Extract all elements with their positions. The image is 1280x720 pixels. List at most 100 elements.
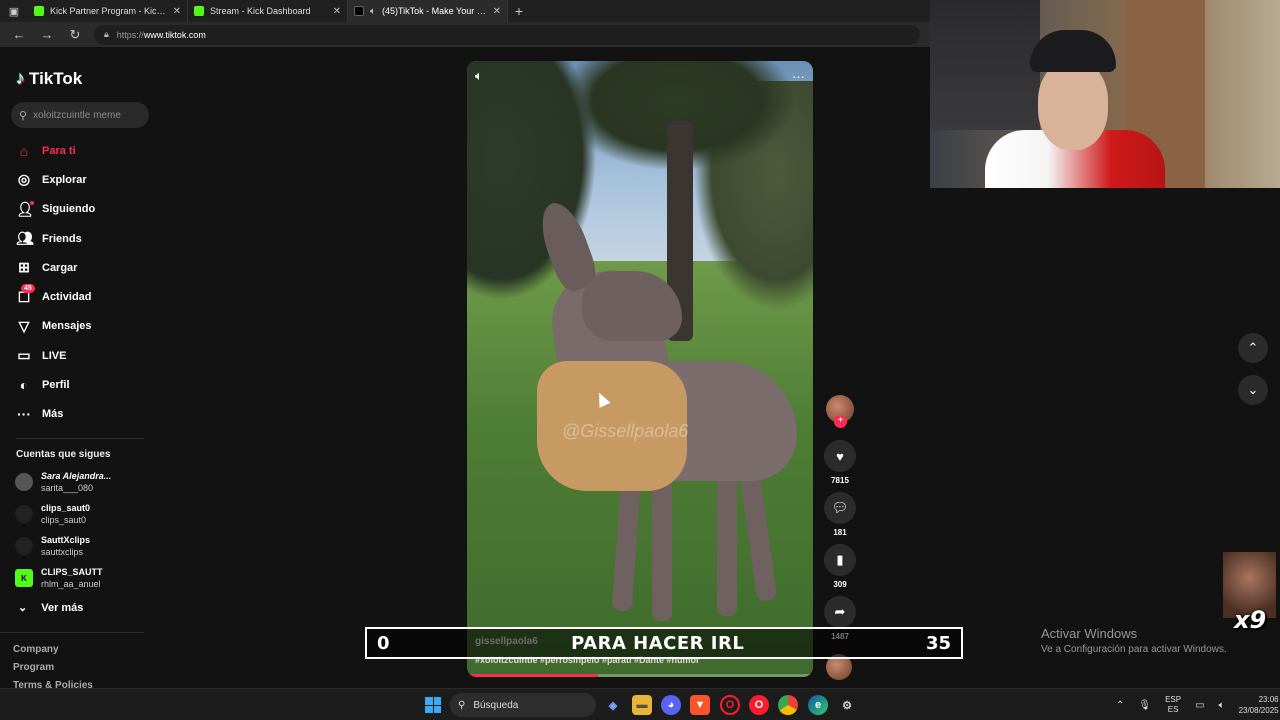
chevron-down-icon: ⌄	[18, 602, 28, 614]
share-button[interactable]: ➦	[824, 596, 856, 628]
settings-gear-icon[interactable]: ⚙	[837, 695, 857, 715]
home-icon: ⌂	[19, 142, 29, 159]
menu-item-actividad[interactable]: ☐ 45 Actividad	[0, 282, 160, 311]
messages-icon: ▽	[18, 317, 30, 334]
emote-multiplier: x9	[1234, 606, 1267, 634]
save-count: 309	[833, 580, 847, 589]
comment-icon: 💬︎	[831, 500, 849, 515]
footer-link-company[interactable]: Company	[13, 644, 59, 655]
next-video-button[interactable]: ⌄	[1238, 375, 1268, 405]
search-input[interactable]	[33, 109, 134, 121]
close-icon[interactable]: ✕	[493, 6, 501, 17]
menu-item-perfil[interactable]: ◐ Perfil	[0, 370, 160, 399]
tab-tiktok[interactable]: 🔈︎ (45)TikTok - Make Your Day ✕	[348, 0, 508, 22]
browser-tabbar: ▣ Kick Partner Program - Kick Dash ✕ Str…	[0, 0, 930, 22]
following-account[interactable]: Sara Alejandra... sarita___080	[15, 470, 111, 494]
taskbar-search[interactable]: ⚲ Búsqueda	[450, 693, 596, 717]
following-account[interactable]: K CLIPS_SAUTT rhlm_aa_anuel	[15, 566, 103, 590]
like-button[interactable]: ♥	[824, 440, 856, 472]
following-account[interactable]: SauttXclips sauttxclips	[15, 534, 90, 558]
bookmark-icon: ▮	[836, 552, 844, 567]
lang-top: ESP	[1165, 695, 1182, 704]
comment-count: 181	[833, 528, 847, 537]
following-account[interactable]: clips_saut0 clips_saut0	[15, 502, 90, 526]
account-name: SauttXclips	[41, 535, 91, 545]
clock[interactable]: 23:06 23/08/2025	[1239, 694, 1279, 716]
windows-start-icon[interactable]	[425, 697, 441, 713]
new-tab-button[interactable]: +	[508, 3, 530, 19]
forward-icon[interactable]: →	[38, 27, 56, 42]
widgets-icon[interactable]: ◈	[603, 695, 623, 715]
more-icon: ···	[17, 406, 31, 423]
see-more-label: Ver más	[41, 601, 84, 614]
language-indicator[interactable]: ESP ES	[1165, 695, 1181, 715]
microphone-icon[interactable]: 🎙︎	[1138, 700, 1151, 711]
brave-icon[interactable]: ▼	[690, 695, 710, 715]
more-options-icon[interactable]: ···	[792, 69, 805, 84]
stream-goal-bar: 0 PARA HACER IRL 35	[365, 627, 963, 659]
back-icon[interactable]: ←	[10, 27, 28, 42]
clock-time: 23:06	[1258, 695, 1279, 704]
speaker-icon[interactable]: 🔈︎	[370, 6, 376, 17]
clock-date: 23/08/2025	[1238, 706, 1279, 715]
tab-title: Stream - Kick Dashboard	[210, 6, 311, 16]
video-progress-fill	[467, 674, 599, 677]
menu-item-mas[interactable]: ··· Más	[0, 400, 160, 429]
network-icon[interactable]: ▭	[1195, 700, 1204, 711]
video-player[interactable]: @Gissellpaola6 🔈︎ ··· gissellpaola6 #xol…	[467, 61, 813, 677]
search-icon: ⚲	[19, 109, 28, 122]
account-name: Sara Alejandra...	[41, 471, 112, 481]
tiktok-logo[interactable]: ♪ TikTok	[16, 68, 82, 89]
comment-button[interactable]: 💬︎	[824, 492, 856, 524]
menu-label: Siguiendo	[42, 203, 96, 216]
tab-title: Kick Partner Program - Kick Dash	[50, 6, 167, 16]
divider	[0, 632, 144, 633]
close-icon[interactable]: ✕	[173, 6, 181, 17]
menu-item-cargar[interactable]: ⊞ Cargar	[0, 253, 160, 282]
account-handle: sarita___080	[41, 483, 94, 493]
reload-icon[interactable]: ↻	[66, 27, 84, 43]
url-field[interactable]: 🔒︎ https://www.tiktok.com	[94, 24, 920, 45]
follow-plus-icon[interactable]: +	[834, 415, 847, 428]
file-explorer-icon[interactable]: ▬	[632, 695, 652, 715]
menu-item-explorar[interactable]: ◎ Explorar	[0, 165, 160, 194]
save-button[interactable]: ▮	[824, 544, 856, 576]
dog-leg	[717, 466, 737, 616]
account-name: CLIPS_SAUTT	[41, 567, 103, 577]
volume-icon[interactable]: 🔈︎	[475, 68, 483, 84]
kick-icon: K	[15, 569, 33, 587]
menu-item-live[interactable]: ▭ LIVE	[0, 341, 160, 370]
menu-label: Para ti	[42, 144, 76, 157]
url-protocol: https://	[116, 29, 144, 40]
close-icon[interactable]: ✕	[333, 6, 341, 17]
notification-dot	[30, 200, 34, 205]
tab-kick-partner[interactable]: Kick Partner Program - Kick Dash ✕	[28, 0, 188, 22]
chevron-up-icon[interactable]: ⌃	[1116, 700, 1124, 711]
menu-label: Mensajes	[42, 320, 92, 333]
menu-label: Friends	[42, 232, 82, 245]
video-progress[interactable]	[467, 674, 813, 677]
footer-link-program[interactable]: Program	[13, 662, 54, 673]
tab-actions-icon[interactable]: ▣	[0, 0, 28, 22]
taskbar-search-label: Búsqueda	[473, 699, 519, 711]
discord-icon[interactable]: ◕	[661, 695, 681, 715]
video-top-controls: 🔈︎ ···	[467, 61, 813, 91]
opera-icon[interactable]: O	[749, 695, 769, 715]
system-tray: ⌃ 🎙︎ ESP ES ▭ 🔈︎ 23:06 23/08/2025	[1116, 689, 1279, 720]
menu-item-mensajes[interactable]: ▽ Mensajes	[0, 312, 160, 341]
goal-label: PARA HACER IRL	[571, 632, 745, 654]
menu-label: Más	[42, 408, 64, 421]
menu-item-para-ti[interactable]: ⌂ Para ti	[0, 136, 160, 165]
goal-target: 35	[925, 632, 951, 654]
webcam-cap	[1030, 30, 1116, 72]
menu-item-friends[interactable]: 👥︎ Friends	[0, 224, 160, 253]
tab-kick-dashboard[interactable]: Stream - Kick Dashboard ✕	[188, 0, 348, 22]
previous-video-button[interactable]: ⌃	[1238, 333, 1268, 363]
see-more-button[interactable]: ⌄ Ver más	[18, 601, 84, 615]
edge-icon[interactable]: e	[808, 695, 828, 715]
volume-icon[interactable]: 🔈︎	[1219, 700, 1225, 711]
search-box[interactable]: ⚲	[11, 102, 149, 128]
chrome-icon[interactable]	[778, 695, 798, 715]
menu-item-siguiendo[interactable]: 👤︎ Siguiendo	[0, 195, 160, 224]
opera-gx-icon[interactable]: O	[720, 695, 740, 715]
